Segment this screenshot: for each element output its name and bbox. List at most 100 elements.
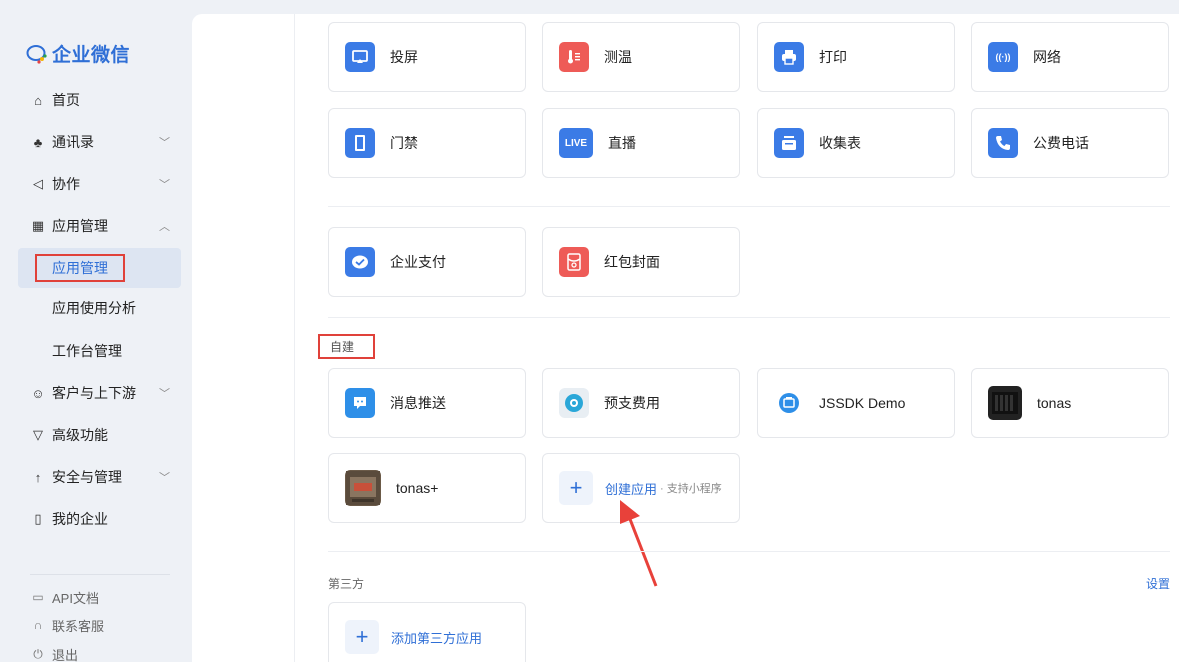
plus-icon: + <box>345 620 379 654</box>
footer-label: 联系客服 <box>52 618 105 634</box>
sidebar-item-label: 高级功能 <box>52 427 108 443</box>
printer-icon <box>774 42 804 72</box>
panel-gutter <box>294 14 295 662</box>
app-card-phone[interactable]: 公费电话 <box>971 108 1169 178</box>
footer-api-docs[interactable]: ▭ API文档 <box>30 587 99 607</box>
red-packet-icon <box>559 247 589 277</box>
contacts-icon: ♣ <box>33 134 43 150</box>
customer-icon: ☺ <box>31 385 45 401</box>
footer-support[interactable]: ∩ 联系客服 <box>30 615 104 635</box>
screen-cast-icon <box>345 42 375 72</box>
app-card-network[interactable]: ((·)) 网络 <box>971 22 1169 92</box>
app-label: 门禁 <box>390 135 418 151</box>
sidebar-item-contacts[interactable]: ♣ 通讯录 ﹀ <box>30 127 180 157</box>
chevron-up-icon: ︿ <box>159 221 170 233</box>
power-icon: ⏻ <box>33 646 43 661</box>
app-label: 消息推送 <box>390 395 446 411</box>
create-app-hint: · 支持小程序 <box>660 483 722 495</box>
app-label: 打印 <box>819 49 847 65</box>
footer-label: 退出 <box>52 647 79 662</box>
sidebar-subitem-app-management[interactable]: 应用管理 <box>35 254 125 282</box>
footer-logout[interactable]: ⏻ 退出 <box>30 644 78 662</box>
wecom-logo-icon <box>26 43 48 65</box>
message-push-icon <box>345 388 375 418</box>
sidebar-item-advanced[interactable]: ▽ 高级功能 <box>30 420 180 450</box>
sidebar-item-label: 应用管理 <box>52 218 108 234</box>
sidebar-item-customers[interactable]: ☺ 客户与上下游 ﹀ <box>30 378 180 408</box>
home-icon: ⌂ <box>34 92 42 108</box>
app-card-screencast[interactable]: 投屏 <box>328 22 526 92</box>
thermometer-icon <box>559 42 589 72</box>
sidebar-item-label: 首页 <box>52 92 80 108</box>
live-icon: LIVE <box>559 128 593 158</box>
chevron-down-icon: ﹀ <box>159 388 170 400</box>
advance-fee-icon <box>559 388 589 418</box>
doc-icon: ▭ <box>32 590 44 604</box>
app-label: 投屏 <box>390 49 418 65</box>
sidebar-item-label: 协作 <box>52 176 80 192</box>
app-label: 红包封面 <box>604 254 660 270</box>
section-divider <box>328 551 1170 552</box>
app-label: 网络 <box>1033 49 1061 65</box>
chevron-down-icon: ﹀ <box>159 137 170 149</box>
door-icon <box>345 128 375 158</box>
sidebar-item-label: 安全与管理 <box>52 469 122 485</box>
footer-label: API文档 <box>52 590 99 606</box>
app-card-access-control[interactable]: 门禁 <box>328 108 526 178</box>
brand-logo[interactable]: 企业微信 <box>26 40 130 67</box>
app-label: 收集表 <box>819 135 861 151</box>
network-icon: ((·)) <box>988 42 1018 72</box>
section-title-third-party: 第三方 <box>328 577 365 591</box>
app-label: JSSDK Demo <box>819 395 906 411</box>
app-card-tonas[interactable]: tonas <box>971 368 1169 438</box>
sidebar-divider <box>30 574 170 575</box>
app-card-tonas-plus[interactable]: tonas+ <box>328 453 526 523</box>
apps-icon: ▦ <box>31 218 45 233</box>
sidebar-item-apps[interactable]: ▦ 应用管理 ︿ <box>30 211 180 241</box>
sidebar-item-company[interactable]: ▯ 我的企业 <box>30 504 180 534</box>
form-icon <box>774 128 804 158</box>
sidebar-subitem-app-analytics[interactable]: 应用使用分析 <box>52 293 136 323</box>
annotation-arrow-icon <box>620 500 658 587</box>
create-app-label: 创建应用 <box>605 481 658 497</box>
sidebar-item-label: 通讯录 <box>52 134 94 150</box>
app-card-payment[interactable]: 企业支付 <box>328 227 526 297</box>
sidebar-item-label: 客户与上下游 <box>52 385 136 401</box>
sidebar-item-security[interactable]: ↑ 安全与管理 ﹀ <box>30 462 180 492</box>
app-label: tonas <box>1037 395 1072 411</box>
sidebar: 企业微信 ⌂ 首页 ♣ 通讯录 ﹀ ◁ 协作 ﹀ ▦ 应用管理 ︿ 应用管理 应… <box>0 6 192 662</box>
sidebar-subitem-workbench[interactable]: 工作台管理 <box>52 336 122 366</box>
section-title-custom: 自建 <box>318 334 375 359</box>
app-label: 直播 <box>608 135 636 151</box>
app-label: tonas+ <box>396 480 439 496</box>
tonas-icon <box>988 386 1022 420</box>
app-label: 公费电话 <box>1033 135 1089 151</box>
app-card-message-push[interactable]: 消息推送 <box>328 368 526 438</box>
app-label: 测温 <box>604 49 632 65</box>
add-third-party-label: 添加第三方应用 <box>391 630 483 646</box>
app-card-red-packet[interactable]: 红包封面 <box>542 227 740 297</box>
security-icon: ↑ <box>34 469 42 485</box>
company-icon: ▯ <box>34 511 42 526</box>
tonas-plus-icon <box>345 470 381 506</box>
phone-icon <box>988 128 1018 158</box>
collab-icon: ◁ <box>33 176 43 191</box>
chevron-down-icon: ﹀ <box>159 472 170 484</box>
settings-link[interactable]: 设置 <box>1146 575 1170 592</box>
app-card-jssdk[interactable]: JSSDK Demo <box>757 368 955 438</box>
add-third-party-button[interactable]: + 添加第三方应用 <box>328 602 526 662</box>
brand-name: 企业微信 <box>52 45 131 66</box>
chevron-down-icon: ﹀ <box>159 179 170 191</box>
app-card-print[interactable]: 打印 <box>757 22 955 92</box>
app-label: 企业支付 <box>390 254 446 270</box>
app-card-temperature[interactable]: 测温 <box>542 22 740 92</box>
app-card-advance-fee[interactable]: 预支费用 <box>542 368 740 438</box>
app-card-live[interactable]: LIVE 直播 <box>542 108 740 178</box>
sidebar-item-collab[interactable]: ◁ 协作 ﹀ <box>30 169 180 199</box>
app-card-forms[interactable]: 收集表 <box>757 108 955 178</box>
section-divider <box>328 206 1170 207</box>
jssdk-icon <box>774 388 804 418</box>
sidebar-item-label: 我的企业 <box>52 511 108 527</box>
sidebar-item-home[interactable]: ⌂ 首页 <box>30 85 180 115</box>
pay-icon <box>345 247 375 277</box>
